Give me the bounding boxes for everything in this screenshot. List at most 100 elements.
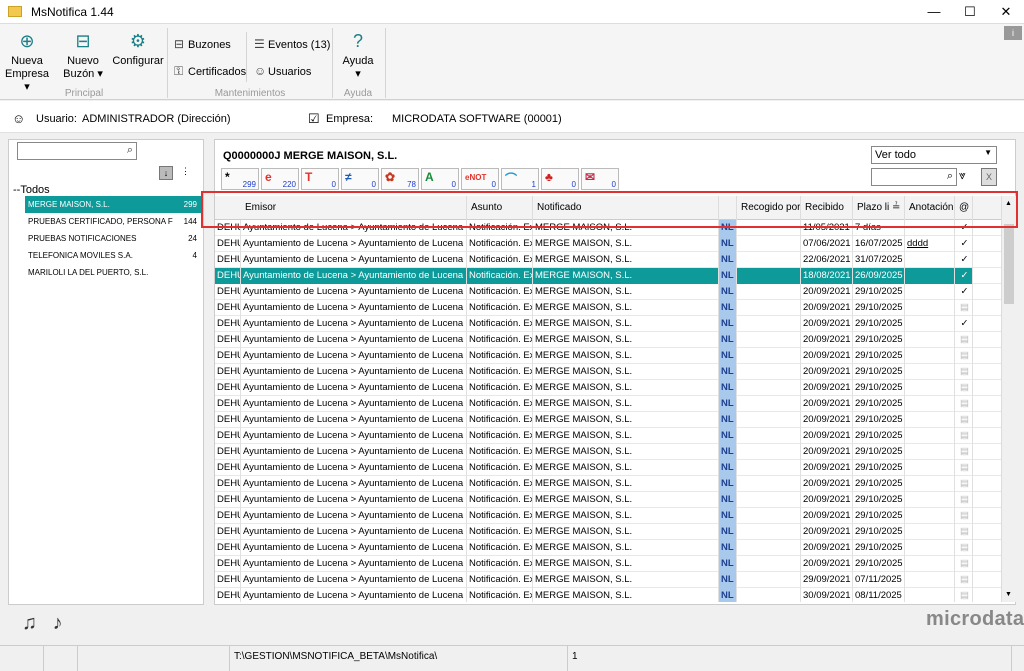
table-row[interactable]: DEHUAyuntamiento de Lucena > Ayuntamient… [215,348,1001,364]
view-filter-select[interactable]: Ver todo ▼ [871,146,997,164]
table-row[interactable]: DEHUAyuntamiento de Lucena > Ayuntamient… [215,588,1001,602]
table-row[interactable]: DEHUAyuntamiento de Lucena > Ayuntamient… [215,252,1001,268]
bell-icon[interactable]: ♪ [53,612,63,634]
table-row[interactable]: DEHUAyuntamiento de Lucena > Ayuntamient… [215,444,1001,460]
sort-icon[interactable]: ↓ [159,166,173,180]
table-row[interactable]: DEHUAyuntamiento de Lucena > Ayuntamient… [215,556,1001,572]
info-icon[interactable]: i [1004,26,1022,40]
nueva-empresa-button[interactable]: ⊕ Nueva Empresa ▾ [4,30,50,94]
cell-org: DEHU [215,556,241,572]
document-icon[interactable]: ▤ [960,462,969,473]
check-icon[interactable]: ✓ [961,238,969,249]
table-row[interactable]: DEHUAyuntamiento de Lucena > Ayuntamient… [215,508,1001,524]
document-icon[interactable]: ▤ [960,414,969,425]
certificados-button[interactable]: ⚿ Certificados [174,64,246,79]
document-icon[interactable]: ▤ [960,526,969,537]
table-row[interactable]: DEHUAyuntamiento de Lucena > Ayuntamient… [215,460,1001,476]
document-icon[interactable]: ▤ [960,494,969,505]
configurar-button[interactable]: ⚙ Configurar [112,30,164,68]
check-icon[interactable]: ✓ [961,254,969,265]
check-icon[interactable]: ✓ [961,270,969,281]
document-icon[interactable]: ▤ [960,590,969,601]
source-filter-button[interactable]: ♣ 0 [541,168,579,190]
tree-item[interactable]: PRUEBAS CERTIFICADO, PERSONA F 144 [25,213,201,230]
table-row[interactable]: DEHUAyuntamiento de Lucena > Ayuntamient… [215,332,1001,348]
document-icon[interactable]: ▤ [960,302,969,313]
document-icon[interactable]: ▤ [960,558,969,569]
grid-search-input[interactable]: ⌕ [871,168,957,186]
source-filter-button[interactable]: e 220 [261,168,299,190]
document-icon[interactable]: ▤ [960,398,969,409]
company-search-input[interactable]: ⌕ [17,142,137,160]
table-row[interactable]: DEHUAyuntamiento de Lucena > Ayuntamient… [215,540,1001,556]
double-chevron-down-icon[interactable]: ⩔ [959,168,966,183]
table-row[interactable]: DEHUAyuntamiento de Lucena > Ayuntamient… [215,492,1001,508]
document-icon[interactable]: ▤ [960,478,969,489]
source-filter-button[interactable]: ✉ 0 [581,168,619,190]
check-icon[interactable]: ✓ [961,286,969,297]
cell-plazo: 26/09/2025 [853,268,905,284]
document-icon[interactable]: ▤ [960,350,969,361]
source-filter-button[interactable]: T0 [301,168,339,190]
document-icon[interactable]: ▤ [960,542,969,553]
table-row[interactable]: DEHUAyuntamiento de Lucena > Ayuntamient… [215,572,1001,588]
table-row[interactable]: DEHUAyuntamiento de Lucena > Ayuntamient… [215,300,1001,316]
cell-at: ▤ [955,540,973,556]
document-icon[interactable]: ▤ [960,366,969,377]
close-button[interactable]: ✕ [988,0,1024,24]
cell-nl: NL [719,236,737,252]
buzones-button[interactable]: ⊟ Buzones [174,37,231,51]
status-bar: T:\GESTION\MSNOTIFICA_BETA\MsNotifica\ 1 [0,645,1024,671]
usuarios-button[interactable]: ☺ Usuarios [254,64,311,78]
document-icon[interactable]: ▤ [960,430,969,441]
tree-root[interactable]: --Todos [13,184,50,196]
source-count: 1 [531,180,536,189]
vertical-scrollbar[interactable]: ▲ ▼ [1001,196,1016,602]
table-row[interactable]: DEHUAyuntamiento de Lucena > Ayuntamient… [215,268,1001,284]
scroll-down-icon[interactable]: ▼ [1005,591,1012,598]
table-row[interactable]: DEHUAyuntamiento de Lucena > Ayuntamient… [215,396,1001,412]
tree-item[interactable]: PRUEBAS NOTIFICACIONES 24 [25,230,201,247]
table-row[interactable]: DEHUAyuntamiento de Lucena > Ayuntamient… [215,284,1001,300]
tree-item[interactable]: MARILOLI LA DEL PUERTO, S.L. [25,264,201,281]
document-icon[interactable]: ▤ [960,446,969,457]
cell-anot [905,524,955,540]
excel-export-icon[interactable]: X [981,168,997,186]
source-filter-button[interactable]: ⌒ 1 [501,168,539,190]
headset-icon[interactable]: ♫ [22,612,37,634]
table-row[interactable]: DEHUAyuntamiento de Lucena > Ayuntamient… [215,524,1001,540]
cell-recibido: 20/09/2021 [801,316,853,332]
scroll-thumb[interactable] [1004,224,1014,304]
table-row[interactable]: DEHUAyuntamiento de Lucena > Ayuntamient… [215,412,1001,428]
cell-asunto: Notificación. Ex [467,476,533,492]
table-row[interactable]: DEHUAyuntamiento de Lucena > Ayuntamient… [215,316,1001,332]
search-icon[interactable]: ⌕ [127,144,133,157]
source-filter-button[interactable]: * 299 [221,168,259,190]
source-filter-button[interactable]: ✿ 78 [381,168,419,190]
document-icon[interactable]: ▤ [960,382,969,393]
document-icon[interactable]: ▤ [960,510,969,521]
ayuda-button[interactable]: ? Ayuda ▾ [338,30,378,81]
table-row[interactable]: DEHUAyuntamiento de Lucena > Ayuntamient… [215,236,1001,252]
source-filter-button[interactable]: ≠ 0 [341,168,379,190]
tree-item[interactable]: TELEFONICA MOVILES S.A. 4 [25,247,201,264]
table-row[interactable]: DEHUAyuntamiento de Lucena > Ayuntamient… [215,364,1001,380]
eventos-button[interactable]: ☰ Eventos (13) [254,37,330,51]
table-row[interactable]: DEHUAyuntamiento de Lucena > Ayuntamient… [215,380,1001,396]
source-filter-button[interactable]: A0 [421,168,459,190]
table-row[interactable]: DEHUAyuntamiento de Lucena > Ayuntamient… [215,428,1001,444]
check-icon[interactable]: ✓ [961,318,969,329]
tree-item[interactable]: MERGE MAISON, S.L. 299 [25,196,201,213]
cell-nl: NL [719,540,737,556]
search-icon[interactable]: ⌕ [947,170,953,183]
table-row[interactable]: DEHUAyuntamiento de Lucena > Ayuntamient… [215,476,1001,492]
source-filter-button[interactable]: eNOT 0 [461,168,499,190]
nuevo-buzon-button[interactable]: ⊟ Nuevo Buzón ▾ [60,30,106,81]
document-icon[interactable]: ▤ [960,574,969,585]
maximize-button[interactable]: ☐ [952,0,988,24]
minimize-button[interactable]: — [916,0,952,24]
cell-plazo: 29/10/2025 [853,556,905,572]
cell-nl: NL [719,364,737,380]
more-icon[interactable]: ⋮ [181,166,190,177]
document-icon[interactable]: ▤ [960,334,969,345]
